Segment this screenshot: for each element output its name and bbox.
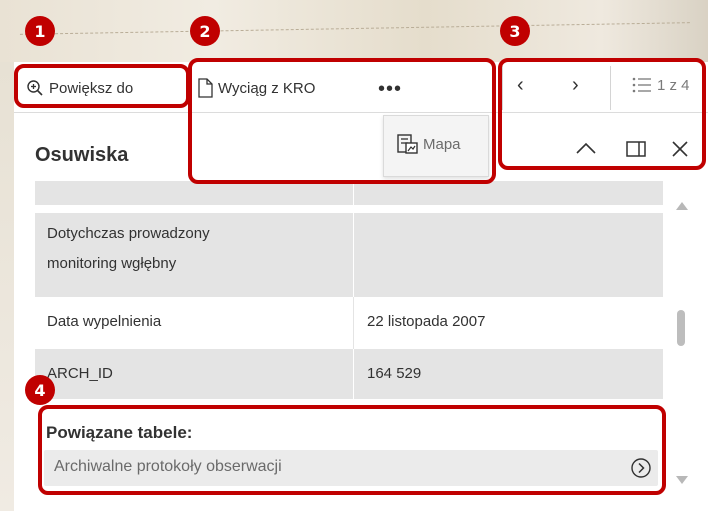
annotation-box-2 xyxy=(188,58,496,184)
table-cell-value: 164 529 xyxy=(367,365,422,382)
annotation-badge-1: 1 xyxy=(25,16,55,46)
table-cell-label: Data wypelnienia xyxy=(47,313,162,330)
annotation-box-1 xyxy=(14,64,190,108)
table-cell-value: 22 listopada 2007 xyxy=(367,313,486,330)
table-row: Data wypelnienia 22 listopada 2007 xyxy=(35,297,663,349)
attribute-table: Dotychczas prowadzony monitoring wgłębny… xyxy=(35,181,663,399)
popup-title: Osuwiska xyxy=(35,144,129,166)
table-row xyxy=(35,181,663,205)
table-divider xyxy=(353,297,354,349)
table-row: Dotychczas prowadzony monitoring wgłębny xyxy=(35,213,663,297)
scrollbar-thumb[interactable] xyxy=(677,310,685,346)
annotation-badge-4: 4 xyxy=(25,375,55,405)
scroll-up-arrow-icon[interactable] xyxy=(676,202,688,210)
table-cell-label: Dotychczas prowadzony xyxy=(47,225,210,242)
table-cell-label: monitoring wgłębny xyxy=(47,255,177,272)
table-row: ARCH_ID 164 529 xyxy=(35,349,663,399)
scroll-down-arrow-icon[interactable] xyxy=(676,476,688,484)
table-divider xyxy=(353,349,354,399)
annotation-box-3 xyxy=(498,58,706,170)
annotation-badge-3: 3 xyxy=(500,16,530,46)
annotation-box-4 xyxy=(38,405,666,495)
table-divider xyxy=(353,213,354,297)
map-background-edge xyxy=(0,62,14,511)
table-divider xyxy=(353,181,354,205)
annotation-badge-2: 2 xyxy=(190,16,220,46)
table-cell-label: ARCH_ID xyxy=(47,365,113,382)
